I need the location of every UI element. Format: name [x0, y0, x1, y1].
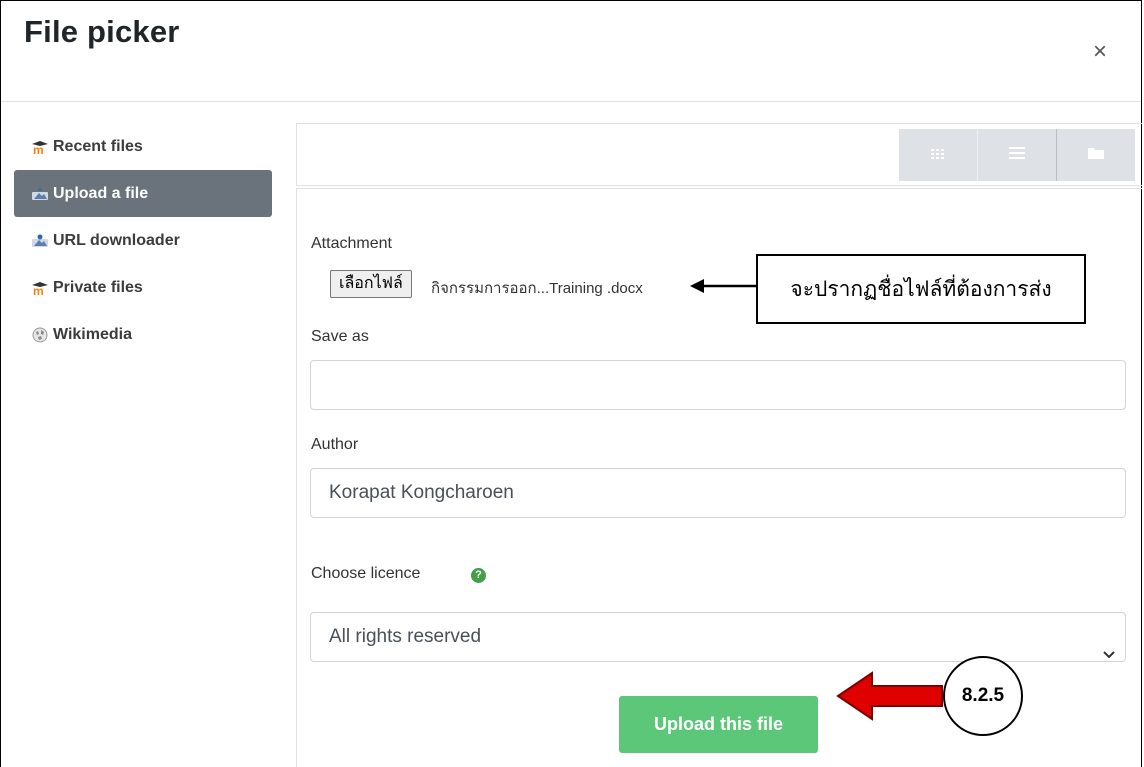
sidebar-item-wikimedia[interactable]: Wikimedia: [14, 311, 272, 358]
licence-select-value: All rights reserved: [329, 626, 482, 647]
save-as-label: Save as: [311, 328, 369, 345]
header-divider: [1, 101, 1141, 102]
folder-view-button[interactable]: [1056, 129, 1135, 181]
sidebar-item-label: Upload a file: [53, 184, 149, 202]
callout-box: จะปรากฏชื่อไฟล์ที่ต้องการส่ง: [756, 254, 1086, 324]
callout-arrow: [690, 279, 756, 293]
sidebar-item-upload-a-file[interactable]: Upload a file: [14, 170, 272, 217]
sidebar-item-private-files[interactable]: m Private files: [14, 264, 272, 311]
attachment-label: Attachment: [311, 235, 392, 252]
close-icon[interactable]: ×: [1093, 38, 1107, 66]
step-number-badge: 8.2.5: [943, 656, 1023, 736]
save-as-input[interactable]: [310, 360, 1126, 410]
sidebar-item-url-downloader[interactable]: URL downloader: [14, 217, 272, 264]
choose-licence-label: Choose licence: [311, 565, 421, 582]
sidebar-item-label: Wikimedia: [53, 325, 132, 343]
sidebar-item-label: Recent files: [53, 137, 143, 155]
upload-this-file-button[interactable]: Upload this file: [619, 696, 818, 753]
chevron-down-icon: [1103, 630, 1115, 678]
selected-file-name: กิจกรรมการออก...Training .docx: [431, 280, 643, 297]
grid-view-button[interactable]: [899, 129, 977, 181]
licence-select[interactable]: All rights reserved: [310, 612, 1126, 662]
red-arrow: [836, 671, 943, 721]
sidebar-item-recent-files[interactable]: m Recent files: [14, 123, 272, 170]
wikimedia-icon: [31, 327, 49, 343]
author-label: Author: [311, 436, 359, 453]
url-download-icon: [31, 233, 49, 249]
dialog-title: File picker: [24, 14, 180, 49]
help-icon[interactable]: ?: [471, 568, 486, 583]
sidebar-item-label: Private files: [53, 278, 143, 296]
author-input[interactable]: Korapat Kongcharoen: [310, 468, 1126, 518]
list-view-icon: [1009, 146, 1025, 164]
moodle-icon: m: [31, 139, 49, 155]
sidebar-item-label: URL downloader: [53, 231, 180, 249]
folder-view-icon: [1088, 146, 1104, 164]
grid-view-icon: [931, 146, 945, 164]
choose-file-button[interactable]: เลือกไฟล์: [330, 270, 412, 298]
upload-icon: [31, 186, 49, 202]
svg-text:m: m: [33, 284, 44, 295]
svg-text:m: m: [33, 143, 44, 154]
view-toggle-group: [899, 129, 1135, 181]
list-view-button[interactable]: [977, 129, 1056, 181]
repository-sidebar: m Recent files Upload a file URL downloa…: [14, 123, 272, 358]
moodle-icon: m: [31, 280, 49, 296]
